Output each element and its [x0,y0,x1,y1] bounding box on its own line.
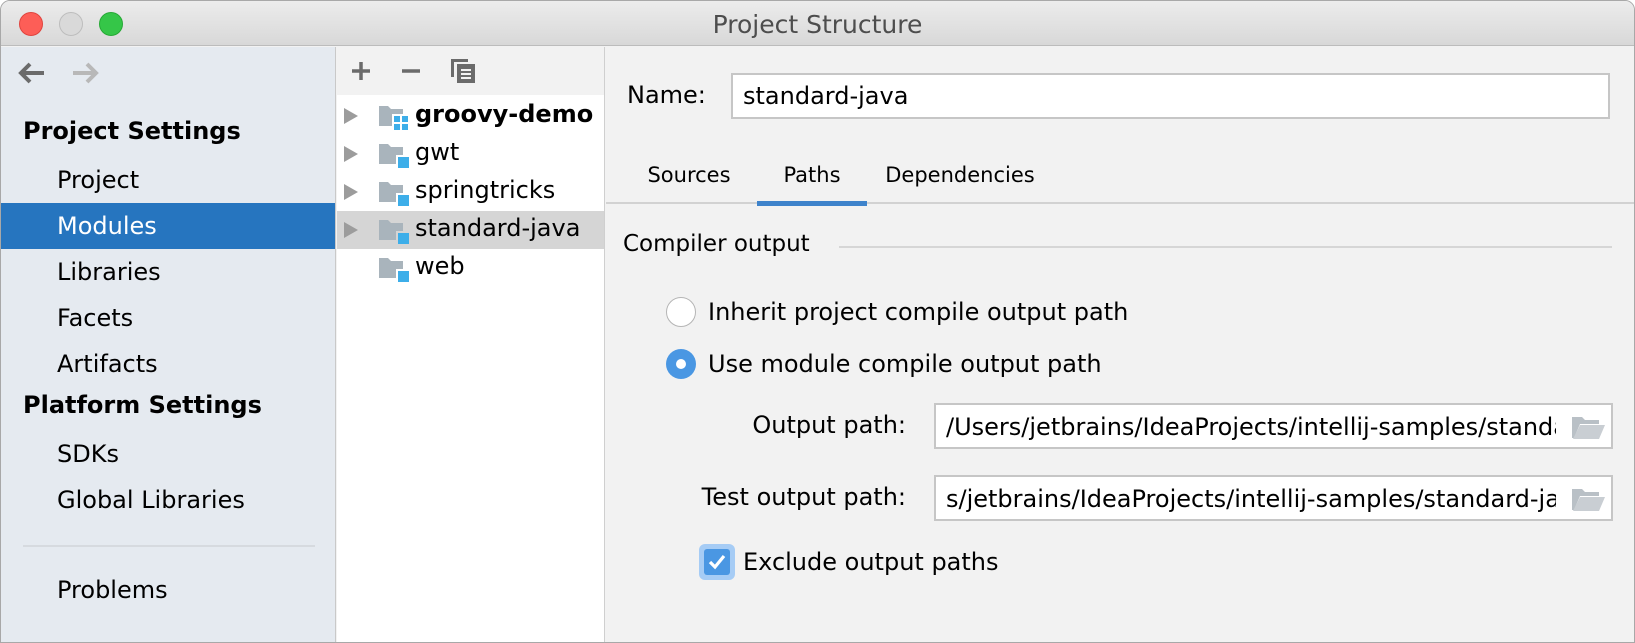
radio-checked-icon[interactable] [666,349,696,379]
radio-unchecked-icon[interactable] [666,297,696,327]
arrow-left-icon [18,62,44,84]
expand-arrow-icon[interactable] [344,146,358,162]
platform-settings-heading: Platform Settings [23,391,262,419]
sidebar-item-libraries[interactable]: Libraries [1,249,335,295]
output-path-label: Output path: [752,411,906,439]
inherit-output-path-radio[interactable]: Inherit project compile output path [666,297,1128,327]
tree-item-label: springtricks [415,176,556,204]
test-output-path-label: Test output path: [701,483,906,511]
tab-sources[interactable]: Sources [627,163,751,204]
window-title: Project Structure [712,10,923,39]
project-module-icon [379,106,409,130]
sidebar-item-artifacts[interactable]: Artifacts [1,341,335,387]
output-path-field[interactable]: /Users/jetbrains/IdeaProjects/intellij-s… [934,403,1613,449]
exclude-output-paths-checkbox[interactable]: Exclude output paths [699,544,999,580]
settings-sidebar: Project Settings Project Modules Librari… [1,47,336,642]
tab-dependencies[interactable]: Dependencies [875,163,1045,204]
copy-module-button[interactable] [447,55,479,87]
folder-open-icon[interactable] [1571,414,1605,440]
tree-item-gwt[interactable]: gwt [337,135,604,173]
sidebar-item-global-libraries[interactable]: Global Libraries [1,477,335,523]
tree-item-groovy-demo[interactable]: groovy-demo [337,97,604,135]
sidebar-item-project[interactable]: Project [1,157,335,203]
sidebar-item-facets[interactable]: Facets [1,295,335,341]
forward-button[interactable] [71,61,99,90]
title-bar: Project Structure [1,1,1634,46]
folder-open-icon[interactable] [1571,486,1605,512]
tree-item-label: web [415,252,465,280]
output-path-value[interactable]: /Users/jetbrains/IdeaProjects/intellij-s… [946,413,1556,441]
copy-icon [451,59,475,83]
module-folder-icon [379,182,409,206]
test-output-path-value[interactable]: s/jetbrains/IdeaProjects/intellij-sample… [946,485,1556,513]
add-module-button[interactable] [345,55,377,87]
name-label: Name: [627,81,706,109]
tree-item-label: gwt [415,138,460,166]
arrow-right-icon [73,62,99,84]
expand-arrow-icon[interactable] [344,184,358,200]
tree-item-label: standard-java [415,214,581,242]
project-settings-heading: Project Settings [23,117,241,145]
project-structure-window: Project Structure Project Settings Proje… [0,0,1635,643]
sidebar-item-problems[interactable]: Problems [1,567,335,613]
radio-label: Inherit project compile output path [708,298,1129,326]
tree-item-springtricks[interactable]: springtricks [337,173,604,211]
module-tabs: Sources Paths Dependencies [606,157,1634,206]
expand-arrow-icon[interactable] [344,222,358,238]
checkmark-icon [708,554,726,570]
compiler-output-heading: Compiler output [623,231,810,257]
tab-paths[interactable]: Paths [757,163,867,206]
sidebar-item-modules[interactable]: Modules [1,203,335,249]
back-button[interactable] [18,61,46,90]
test-output-path-field[interactable]: s/jetbrains/IdeaProjects/intellij-sample… [934,475,1613,521]
plus-icon [352,62,370,80]
expand-arrow-icon[interactable] [344,108,358,124]
tree-item-standard-java[interactable]: standard-java [337,211,604,249]
use-module-output-path-radio[interactable]: Use module compile output path [666,349,1102,379]
module-details-panel: Name: Sources Paths Dependencies Compile… [606,47,1634,642]
module-folder-icon [379,220,409,244]
tree-toolbar [337,47,604,95]
tree-item-label: groovy-demo [415,100,594,128]
minus-icon [402,69,420,73]
module-tree-panel: groovy-demo gwt springtricks standard-ja… [337,47,605,642]
sidebar-item-sdks[interactable]: SDKs [1,431,335,477]
sidebar-divider [23,545,315,547]
checkbox-checked[interactable] [699,544,735,580]
module-name-input[interactable] [731,73,1610,119]
module-folder-icon [379,258,409,282]
remove-module-button[interactable] [395,55,427,87]
exclude-output-paths-label: Exclude output paths [743,548,999,576]
radio-label: Use module compile output path [708,350,1102,378]
section-divider [839,246,1612,248]
module-folder-icon [379,144,409,168]
tree-item-web[interactable]: web [337,249,604,287]
